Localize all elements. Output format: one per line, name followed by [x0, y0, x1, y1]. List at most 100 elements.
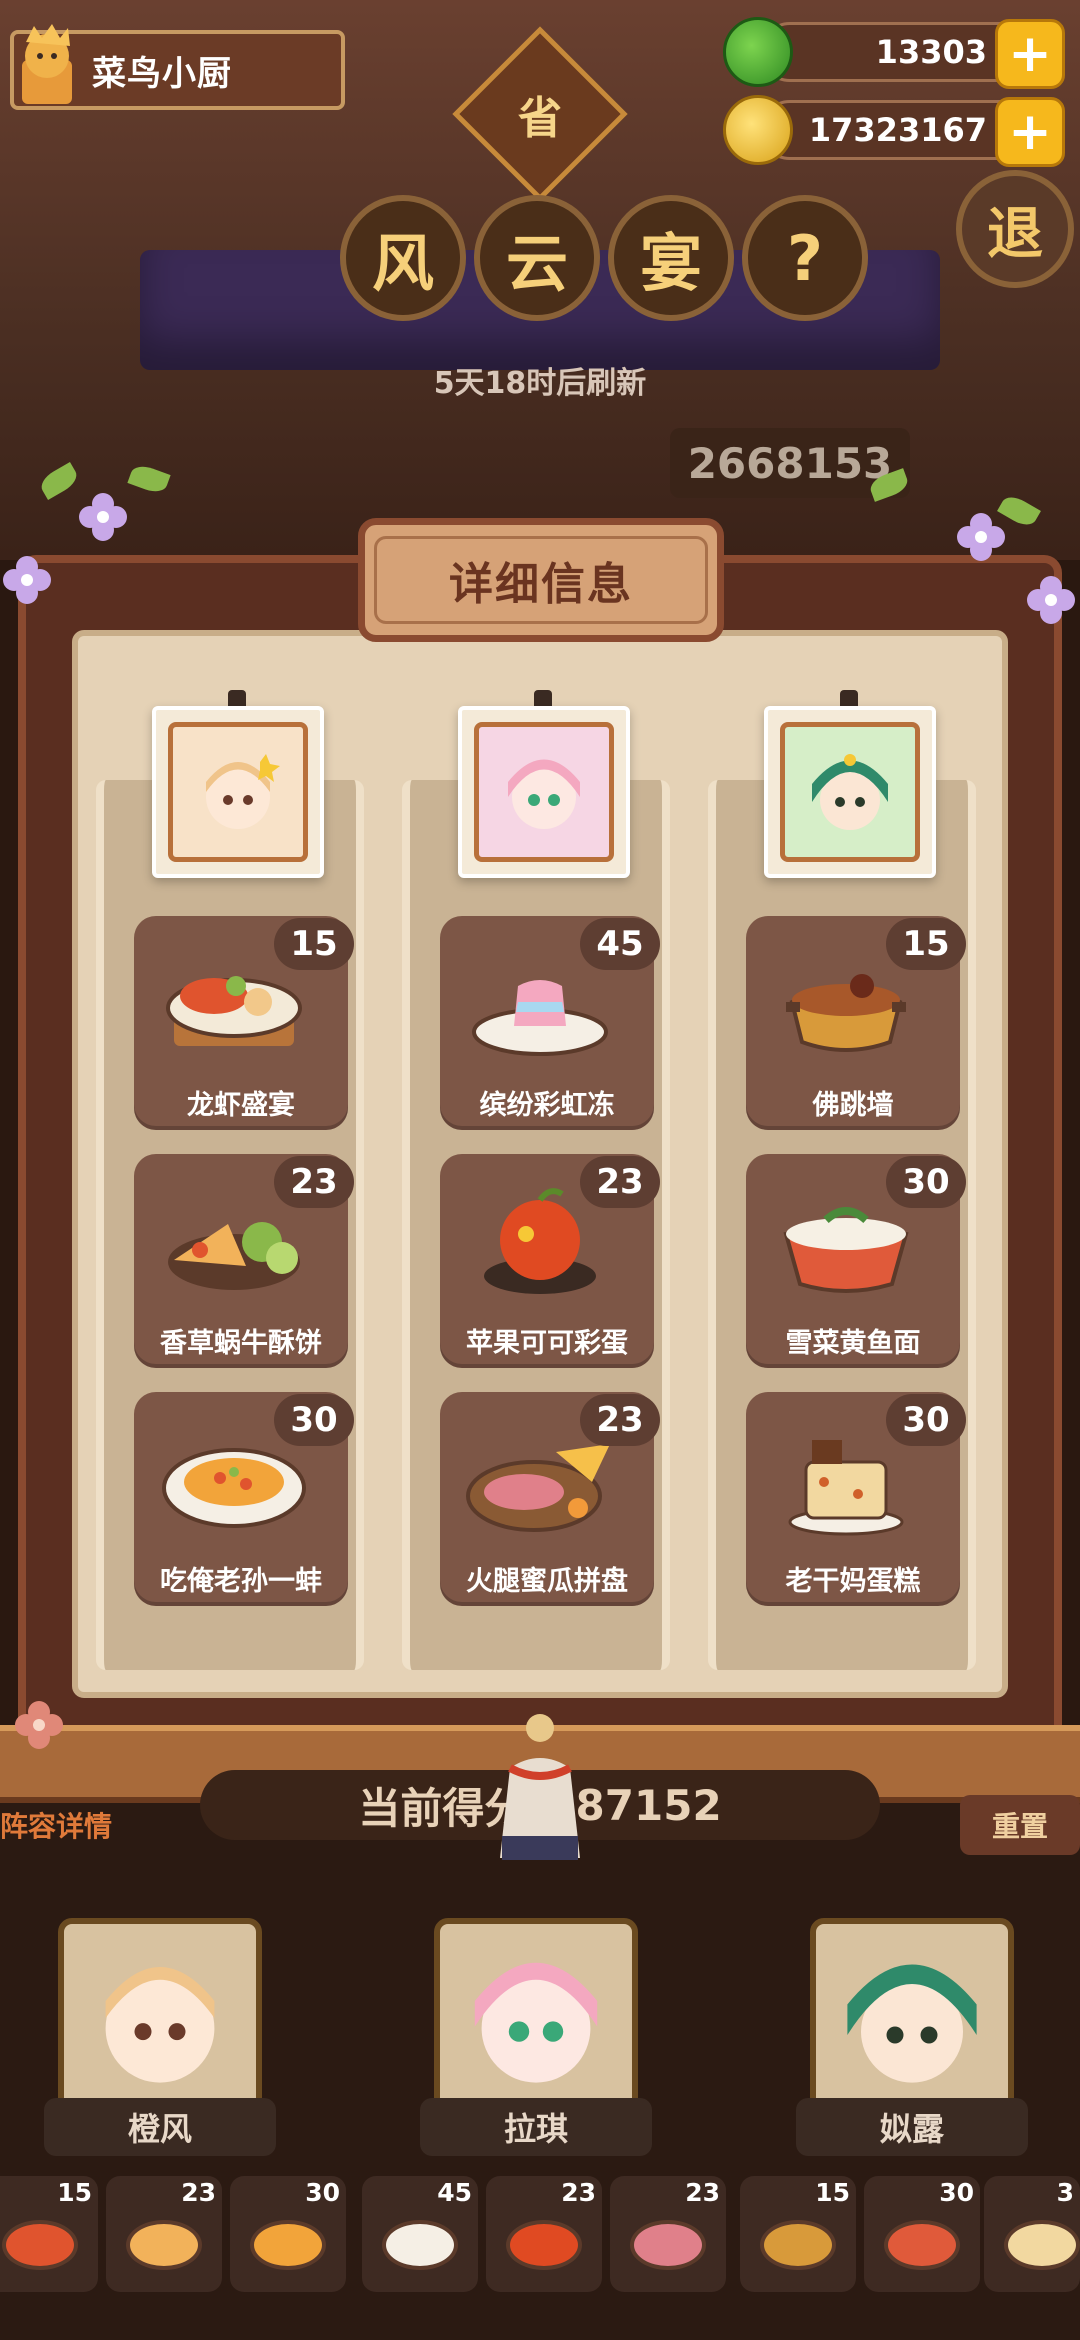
- dish-count: 23: [274, 1156, 354, 1208]
- chef-name-2: 拉琪: [420, 2098, 652, 2156]
- chef-portrait-3[interactable]: [764, 706, 936, 878]
- chef-portrait-1[interactable]: [152, 706, 324, 878]
- dish-slot-count: 15: [815, 2178, 850, 2207]
- dish-name: 佛跳墙: [812, 1090, 894, 1121]
- dish-slot-count: 23: [181, 2178, 216, 2207]
- dish-icon: [1004, 2220, 1080, 2270]
- help-button[interactable]: ?: [742, 195, 868, 321]
- chef-silu-icon: [812, 754, 888, 830]
- refresh-timer: 5天18时后刷新: [433, 366, 647, 401]
- dish-card[interactable]: 23 香草蜗牛酥饼: [134, 1154, 354, 1368]
- title-char-1: 风: [340, 195, 466, 321]
- dish-slot[interactable]: 30: [230, 2176, 346, 2292]
- dish-icon: [630, 2220, 706, 2270]
- flower-icon: [15, 1701, 63, 1749]
- dish-name: 雪菜黄鱼面: [785, 1328, 921, 1359]
- chef-laqi-icon: [508, 759, 580, 829]
- flower-icon: [79, 493, 127, 541]
- dish-card[interactable]: 30 老干妈蛋糕: [746, 1392, 966, 1606]
- jade-icon: [723, 17, 793, 87]
- chef-face-icon: [168, 722, 308, 862]
- chef-face-icon: [780, 722, 920, 862]
- dish-slot[interactable]: 23: [106, 2176, 222, 2292]
- dish-slot-count: 30: [939, 2178, 974, 2207]
- dish-icon: [250, 2220, 326, 2270]
- dish-card[interactable]: 30 雪菜黄鱼面: [746, 1154, 966, 1368]
- chef-avatar-icon: [22, 24, 72, 104]
- dish-slot[interactable]: 15: [0, 2176, 98, 2292]
- dish-name: 老干妈蛋糕: [785, 1566, 921, 1597]
- dish-count: 23: [580, 1394, 660, 1446]
- dish-slot[interactable]: 30: [864, 2176, 980, 2292]
- dish-name: 苹果可可彩蛋: [466, 1328, 628, 1359]
- dish-name: 缤纷彩虹冻: [479, 1090, 615, 1121]
- dish-slot[interactable]: 45: [362, 2176, 478, 2292]
- chef-name-3: 姒露: [796, 2098, 1028, 2156]
- lineup-details-link[interactable]: 阵容详情: [0, 1805, 112, 1845]
- dish-name: 香草蜗牛酥饼: [160, 1328, 322, 1359]
- tassel-icon: [500, 1714, 580, 1860]
- player-name: 菜鸟小厨: [92, 53, 232, 94]
- dish-slot-count: 3: [1056, 2178, 1074, 2207]
- dish-count: 15: [274, 918, 354, 970]
- dish-count: 30: [886, 1156, 966, 1208]
- flower-icon: [1027, 576, 1075, 624]
- event-title: 风 云 宴 ?: [340, 195, 868, 321]
- chef-laqi-icon: [474, 1962, 598, 2083]
- dish-name: 吃俺老孙一蚌: [160, 1566, 322, 1597]
- panel-header: 详细信息: [358, 518, 724, 642]
- dish-card[interactable]: 23 火腿蜜瓜拼盘: [440, 1392, 660, 1606]
- dish-slot-count: 30: [305, 2178, 340, 2207]
- exit-button[interactable]: 退: [956, 170, 1074, 288]
- dish-icon: [506, 2220, 582, 2270]
- dish-card[interactable]: 15 龙虾盛宴: [134, 916, 354, 1130]
- add-coin-button[interactable]: +: [995, 97, 1065, 167]
- dish-name: 龙虾盛宴: [187, 1090, 295, 1121]
- dish-slot[interactable]: 23: [486, 2176, 602, 2292]
- dish-icon: [884, 2220, 960, 2270]
- dish-slot-count: 45: [437, 2178, 472, 2207]
- dish-card[interactable]: 45 缤纷彩虹冻: [440, 916, 660, 1130]
- title-char-2: 云: [474, 195, 600, 321]
- reset-button[interactable]: 重置: [960, 1795, 1080, 1855]
- title-char-3: 宴: [608, 195, 734, 321]
- dish-slot[interactable]: 15: [740, 2176, 856, 2292]
- chef-face-icon: [474, 722, 614, 862]
- dish-count: 15: [886, 918, 966, 970]
- chef-chengfeng-icon: [105, 1967, 215, 2083]
- jade-amount: 13303: [875, 33, 987, 71]
- dish-card[interactable]: 30 吃俺老孙一蚌: [134, 1392, 354, 1606]
- dish-count: 45: [580, 918, 660, 970]
- dish-count: 30: [886, 1394, 966, 1446]
- dish-name: 火腿蜜瓜拼盘: [466, 1566, 628, 1597]
- add-jade-button[interactable]: +: [995, 19, 1065, 89]
- dish-icon: [760, 2220, 836, 2270]
- dish-count: 30: [274, 1394, 354, 1446]
- coin-icon: [723, 95, 793, 165]
- chef-portrait-2[interactable]: [458, 706, 630, 878]
- province-label: 省: [518, 93, 562, 144]
- chef-chengfeng-icon: [206, 754, 280, 829]
- dish-slot-count: 23: [561, 2178, 596, 2207]
- chef-slot-2[interactable]: [434, 1918, 638, 2118]
- player-profile[interactable]: 菜鸟小厨: [10, 24, 345, 110]
- chef-slot-1[interactable]: [58, 1918, 262, 2118]
- chef-slot-3[interactable]: [810, 1918, 1014, 2118]
- dish-slot[interactable]: 3: [984, 2176, 1080, 2292]
- flower-icon: [3, 556, 51, 604]
- dish-slot-count: 23: [685, 2178, 720, 2207]
- player-avatar: [8, 18, 86, 108]
- dish-card[interactable]: 23 苹果可可彩蛋: [440, 1154, 660, 1368]
- dish-icon: [382, 2220, 458, 2270]
- dish-slot[interactable]: 23: [610, 2176, 726, 2292]
- dish-slot-count: 15: [57, 2178, 92, 2207]
- coin-currency: 17323167 +: [723, 95, 1065, 167]
- dish-card[interactable]: 15 佛跳墙: [746, 916, 966, 1130]
- chef-silu-icon: [847, 1964, 977, 2083]
- chef-name-1: 橙风: [44, 2098, 276, 2156]
- dish-icon: [2, 2220, 78, 2270]
- panel-title: 详细信息: [374, 536, 708, 624]
- dish-count: 23: [580, 1156, 660, 1208]
- jade-currency: 13303 +: [723, 17, 1065, 89]
- coin-amount: 17323167: [808, 111, 987, 149]
